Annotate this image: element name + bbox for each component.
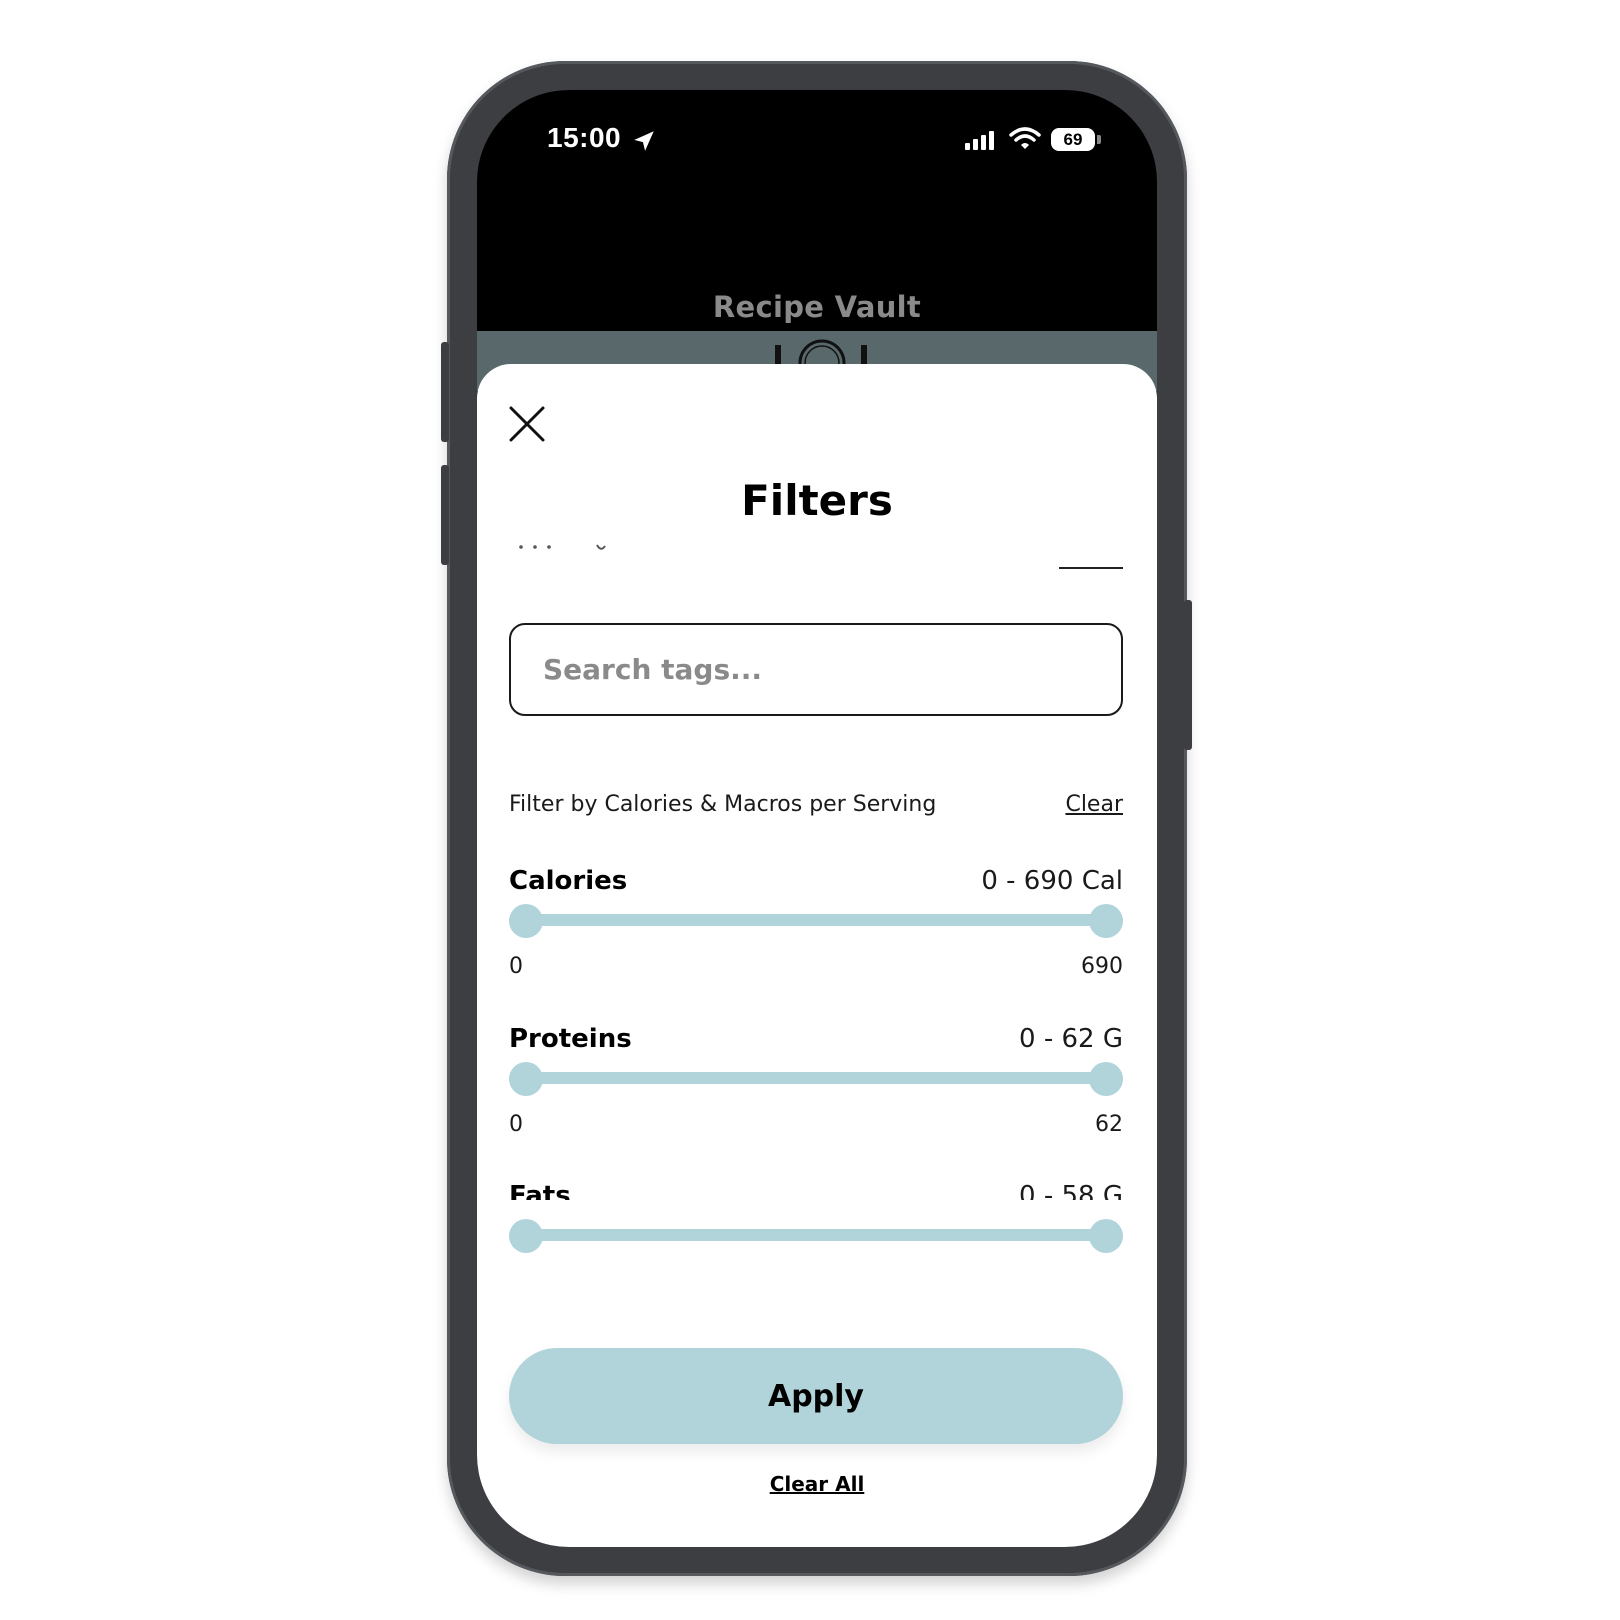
scrolled-divider [1059,567,1123,569]
silent-switch [441,342,449,442]
range-value: 0 - 690 Cal [981,866,1123,896]
app-title: Recipe Vault [712,290,922,324]
range-min-handle[interactable] [509,1219,543,1253]
status-time: 15:00 [547,122,622,153]
scroll-clip [477,1200,1157,1210]
range-name: Proteins [509,1024,632,1054]
cellular-signal-icon [965,131,994,150]
battery-cap [1097,135,1101,144]
search-tags-input[interactable] [511,625,1121,714]
range-max-handle[interactable] [1089,1219,1123,1253]
range-max-label: 62 [1095,1112,1123,1137]
range-min-handle[interactable] [509,904,543,938]
volume-button [441,465,449,565]
range-value: 0 - 62 G [1019,1024,1123,1054]
range-min-label: 0 [509,1112,523,1137]
range-max-label: 690 [1081,954,1123,979]
clear-all-link[interactable]: Clear All [477,1472,1157,1496]
battery-icon: 69 [1051,128,1095,151]
location-arrow-icon [634,131,654,151]
status-bar: 15:00 69 [477,90,1157,190]
range-min-handle[interactable] [509,1062,543,1096]
sheet-title: Filters [741,476,893,525]
close-icon[interactable] [507,404,547,444]
range-track[interactable] [509,1229,1123,1241]
macros-filter-label: Filter by Calories & Macros per Serving [509,792,937,817]
clear-macros-link[interactable]: Clear [1065,792,1123,817]
proteins-range: Proteins 0 - 62 G 0 62 [509,1024,1123,1137]
fats-range: Fats 0 - 58 G [509,1181,1123,1301]
calories-range: Calories 0 - 690 Cal 0 690 [509,866,1123,979]
phone-screen: 15:00 69 Recipe Vault Filters Search tag… [477,90,1157,1547]
range-name: Calories [509,866,628,896]
range-max-handle[interactable] [1089,904,1123,938]
scrolled-content-fragment [519,544,606,550]
range-min-label: 0 [509,954,523,979]
power-button [1184,600,1192,750]
range-max-handle[interactable] [1089,1062,1123,1096]
range-track[interactable] [509,914,1123,926]
wifi-icon [1009,127,1041,149]
tag-search-box [509,623,1123,716]
range-track[interactable] [509,1072,1123,1084]
filters-sheet: Filters Filter by Calories & Macros per … [477,364,1157,1547]
apply-button[interactable]: Apply [509,1348,1123,1444]
